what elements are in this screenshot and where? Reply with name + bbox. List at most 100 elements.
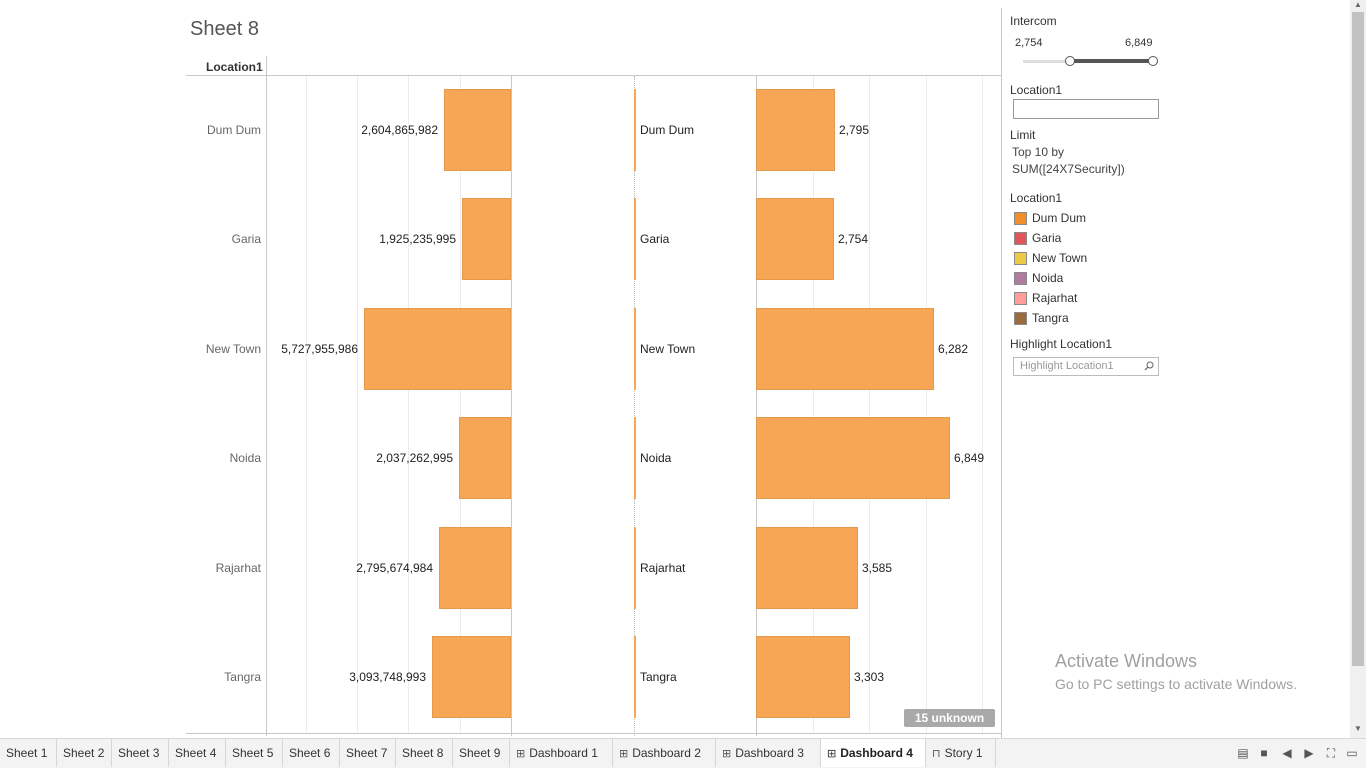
presentation-icon[interactable]: ▭ (1345, 746, 1359, 760)
legend-label: Rajarhat (1032, 291, 1078, 305)
fullscreen-icon[interactable]: ⛶ (1324, 746, 1338, 760)
tab-label: Dashboard 3 (735, 746, 804, 760)
filmstrip-icon[interactable]: ■ (1257, 746, 1271, 760)
legend-item[interactable]: Noida (1014, 271, 1063, 285)
right-bar-value-label: 3,303 (854, 670, 885, 684)
legend-item[interactable]: New Town (1014, 251, 1087, 265)
tab-sheet-1[interactable]: Sheet 1 (0, 739, 57, 767)
scroll-down-arrow-icon[interactable]: ▼ (1352, 724, 1364, 736)
tab-label: Sheet 7 (346, 746, 388, 760)
tab-story-1[interactable]: ⊓ Story 1 (926, 739, 996, 767)
intercom-slider-handle-high[interactable] (1148, 56, 1158, 66)
left-bar[interactable] (432, 636, 511, 718)
middle-location-label: Garia (640, 232, 670, 246)
tab-sheet-6[interactable]: Sheet 6 (283, 739, 340, 767)
tab-sheet-3[interactable]: Sheet 3 (112, 739, 169, 767)
right-bar[interactable] (756, 198, 834, 280)
right-bar-value-label: 2,754 (838, 232, 869, 246)
legend-label: Tangra (1032, 311, 1069, 325)
intercom-slider-handle-low[interactable] (1065, 56, 1075, 66)
unknown-badge[interactable]: 15 unknown (904, 709, 995, 727)
right-bar[interactable] (756, 417, 950, 499)
legend-label: Garia (1032, 231, 1062, 245)
row-label[interactable]: Tangra (186, 670, 261, 684)
left-bar[interactable] (459, 417, 511, 499)
tab-label: Sheet 5 (232, 746, 274, 760)
next-tab-icon[interactable]: ▶ (1302, 746, 1316, 760)
left-bar[interactable] (439, 527, 511, 609)
tab-dashboard-4[interactable]: ⊞ Dashboard 4 (821, 739, 926, 767)
tab-label: Sheet 9 (459, 746, 501, 760)
scrollbar-thumb[interactable] (1352, 12, 1364, 666)
left-bar[interactable] (364, 308, 511, 390)
middle-bar[interactable] (634, 527, 636, 609)
middle-location-label: New Town (640, 342, 696, 356)
limit-line-2: SUM([24X7Security]) (1012, 162, 1125, 176)
location-filter-input[interactable] (1013, 99, 1159, 119)
middle-bar[interactable] (634, 417, 636, 499)
left-bar-value-label: 5,727,955,986 (281, 342, 358, 356)
tab-label: Sheet 3 (118, 746, 160, 760)
gridline (869, 76, 870, 733)
chart-bottom-border (186, 733, 1001, 734)
legend-item[interactable]: Garia (1014, 231, 1061, 245)
left-bar-value-label: 2,795,674,984 (356, 561, 433, 575)
chart-right-border (1001, 8, 1002, 738)
intercom-slider-range (1070, 59, 1154, 63)
show-sheets-grid-icon[interactable]: ▤ (1236, 746, 1250, 760)
legend-item[interactable]: Dum Dum (1014, 211, 1086, 225)
middle-bar[interactable] (634, 636, 636, 718)
activate-windows-title: Activate Windows (1055, 651, 1198, 671)
search-icon[interactable] (1144, 361, 1154, 371)
right-bar-value-label: 6,849 (954, 451, 985, 465)
tab-sheet-9[interactable]: Sheet 9 (453, 739, 510, 767)
right-bar[interactable] (756, 308, 934, 390)
row-label[interactable]: Dum Dum (186, 123, 261, 137)
legend-swatch (1014, 251, 1027, 265)
tab-sheet-5[interactable]: Sheet 5 (226, 739, 283, 767)
row-label[interactable]: Rajarhat (186, 561, 261, 575)
right-bar[interactable] (756, 89, 835, 171)
tab-label: Sheet 1 (6, 746, 48, 760)
highlight-title: Highlight Location1 (1010, 337, 1113, 351)
gridline (408, 76, 409, 733)
activate-windows-subtitle: Go to PC settings to activate Windows. (1055, 676, 1297, 692)
column-header: Location1 (206, 60, 263, 74)
tab-sheet-8[interactable]: Sheet 8 (396, 739, 453, 767)
right-bar[interactable] (756, 636, 850, 718)
legend-swatch (1014, 311, 1027, 325)
middle-bar[interactable] (634, 308, 636, 390)
story-icon: ⊓ (932, 748, 941, 760)
row-label[interactable]: Garia (186, 232, 261, 246)
legend-swatch (1014, 231, 1027, 245)
middle-bar[interactable] (634, 89, 636, 171)
left-pane-axis (511, 76, 512, 736)
previous-tab-icon[interactable]: ◀ (1280, 746, 1294, 760)
dashboard-icon: ⊞ (827, 748, 837, 760)
tab-sheet-2[interactable]: Sheet 2 (57, 739, 112, 767)
left-bar[interactable] (462, 198, 511, 280)
right-bar[interactable] (756, 527, 858, 609)
sheet-title: Sheet 8 (190, 18, 259, 40)
tab-dashboard-1[interactable]: ⊞ Dashboard 1 (510, 739, 613, 767)
dashboard-icon: ⊞ (722, 748, 732, 760)
tab-label: Sheet 8 (402, 746, 444, 760)
legend-item[interactable]: Tangra (1014, 311, 1069, 325)
left-bar[interactable] (444, 89, 511, 171)
legend-item[interactable]: Rajarhat (1014, 291, 1077, 305)
scroll-up-arrow-icon[interactable]: ▲ (1352, 0, 1364, 12)
tab-dashboard-2[interactable]: ⊞ Dashboard 2 (613, 739, 716, 767)
tab-label: Sheet 6 (289, 746, 331, 760)
left-bar-value-label: 2,037,262,995 (376, 451, 453, 465)
right-bar-value-label: 6,282 (938, 342, 969, 356)
tab-sheet-7[interactable]: Sheet 7 (340, 739, 396, 767)
tab-label: Sheet 2 (63, 746, 105, 760)
tab-dashboard-3[interactable]: ⊞ Dashboard 3 (716, 739, 821, 767)
row-label[interactable]: Noida (186, 451, 261, 465)
middle-location-label: Rajarhat (640, 561, 686, 575)
tab-sheet-4[interactable]: Sheet 4 (169, 739, 226, 767)
highlight-location-input[interactable]: Highlight Location1 (1013, 357, 1159, 376)
intercom-min-value: 2,754 (1015, 37, 1043, 49)
middle-bar[interactable] (634, 198, 636, 280)
legend-swatch (1014, 211, 1027, 225)
